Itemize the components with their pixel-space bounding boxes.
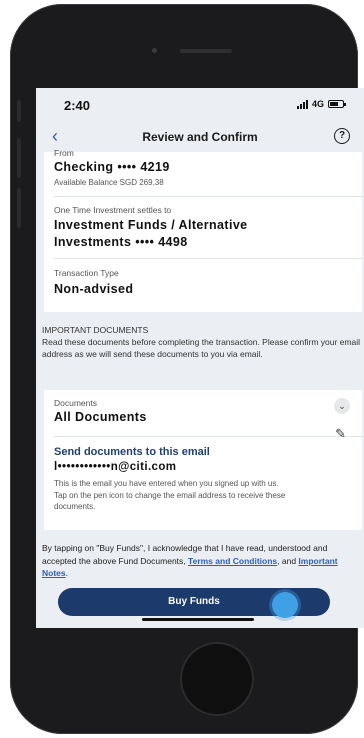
question-circle-icon[interactable]: ? xyxy=(334,128,350,144)
important-documents-heading: IMPORTANT DOCUMENTS xyxy=(42,325,149,335)
tap-indicator xyxy=(272,592,298,618)
status-bar: 2:40 4G xyxy=(36,88,364,124)
divider xyxy=(54,436,362,437)
battery-icon xyxy=(328,100,346,108)
documents-card: Documents All Documents ⌄ Send documents… xyxy=(44,390,362,530)
divider xyxy=(54,258,362,259)
status-time: 2:40 xyxy=(64,98,91,113)
from-label: From xyxy=(54,148,74,158)
important-documents-section: IMPORTANT DOCUMENTS Read these documents… xyxy=(42,324,360,360)
volume-up-button xyxy=(17,138,21,178)
mute-switch xyxy=(17,100,21,122)
home-button[interactable] xyxy=(182,644,252,714)
chevron-down-icon[interactable]: ⌄ xyxy=(334,398,350,414)
home-indicator xyxy=(142,618,254,621)
consent-end: . xyxy=(65,568,68,578)
documents-label: Documents xyxy=(54,398,97,408)
transaction-type-label: Transaction Type xyxy=(54,268,119,278)
app-screen: 2:40 4G ‹ Review and Confirm ? From Chec… xyxy=(36,88,364,628)
important-documents-text: Read these documents before completing t… xyxy=(42,337,360,359)
consent-text: By tapping on "Buy Funds", I acknowledge… xyxy=(42,542,360,580)
signal-icon xyxy=(296,99,308,109)
documents-selector[interactable]: Documents All Documents ⌄ xyxy=(44,390,362,432)
settles-to-account-line1: Investment Funds / Alternative xyxy=(54,218,248,232)
consent-mid: , and xyxy=(277,555,297,566)
send-email-title: Send documents to this email xyxy=(54,446,210,458)
page-title: Review and Confirm xyxy=(142,130,258,144)
transaction-summary-card: From Checking •••• 4219 Available Balanc… xyxy=(44,148,362,312)
nav-bar: ‹ Review and Confirm ? xyxy=(36,124,364,152)
terms-link[interactable]: Terms and Conditions xyxy=(188,556,277,566)
from-account: Checking •••• 4219 xyxy=(54,160,170,174)
available-balance: Available Balance SGD 269.38 xyxy=(54,178,164,187)
divider xyxy=(54,196,362,197)
email-address: l••••••••••••n@citi.com xyxy=(54,461,177,473)
settles-to-label: One Time Investment settles to xyxy=(54,205,172,215)
settles-to-account-line2: Investments •••• 4498 xyxy=(54,235,188,249)
speaker-grille xyxy=(180,49,232,53)
network-type: 4G xyxy=(311,99,324,109)
transaction-type-value: Non-advised xyxy=(54,282,134,296)
pen-icon[interactable]: ✎ xyxy=(335,426,346,442)
email-note: This is the email you have entered when … xyxy=(54,479,286,511)
status-indicators: 4G xyxy=(296,99,346,109)
documents-value: All Documents xyxy=(54,410,147,424)
camera-dot xyxy=(152,48,157,53)
volume-down-button xyxy=(17,188,21,228)
